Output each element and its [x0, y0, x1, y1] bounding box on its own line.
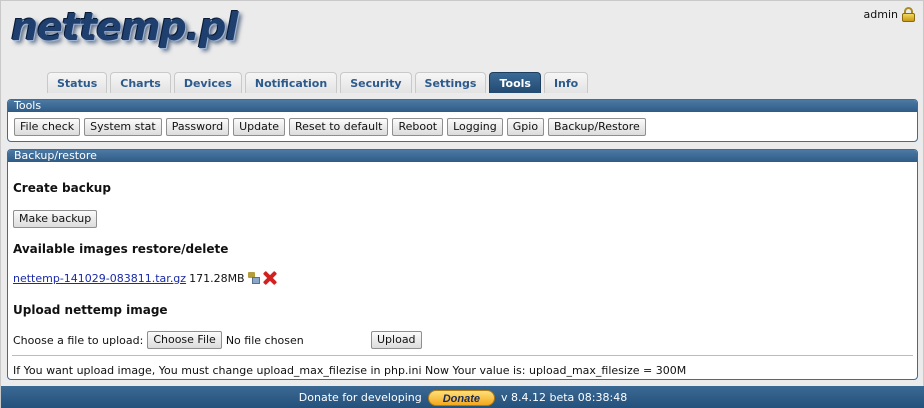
username[interactable]: admin: [864, 8, 898, 21]
lock-icon[interactable]: [902, 7, 915, 22]
system-stat-button[interactable]: System stat: [84, 118, 162, 136]
main-tabs: Status Charts Devices Notification Secur…: [47, 72, 589, 93]
reset-to-default-button[interactable]: Reset to default: [288, 118, 389, 136]
tab-security[interactable]: Security: [340, 72, 412, 93]
upload-image-heading: Upload nettemp image: [13, 303, 168, 317]
donate-button[interactable]: Donate: [427, 389, 495, 406]
create-backup-heading: Create backup: [13, 181, 111, 195]
delete-icon[interactable]: [263, 271, 277, 285]
tab-devices[interactable]: Devices: [173, 72, 242, 93]
donate-text: Donate for developing: [298, 391, 422, 404]
upload-note: If You want upload image, You must chang…: [13, 364, 687, 377]
tab-status[interactable]: Status: [47, 72, 108, 93]
available-images-heading: Available images restore/delete: [13, 242, 229, 256]
no-file-chosen-text: No file chosen: [225, 333, 304, 347]
upload-row: Choose a file to upload: Choose File No …: [13, 331, 304, 349]
image-file-size: 171.28MB: [189, 271, 245, 285]
tab-tools[interactable]: Tools: [489, 72, 541, 93]
password-button[interactable]: Password: [165, 118, 230, 136]
tab-settings[interactable]: Settings: [414, 72, 487, 93]
make-backup-button[interactable]: Make backup: [13, 210, 98, 228]
user-box: admin: [864, 7, 915, 22]
gpio-button[interactable]: Gpio: [506, 118, 545, 136]
tab-charts[interactable]: Charts: [110, 72, 171, 93]
reboot-button[interactable]: Reboot: [392, 118, 444, 136]
upload-button[interactable]: Upload: [371, 331, 422, 349]
file-check-button[interactable]: File check: [14, 118, 81, 136]
backup-panel: Backup/restore Create backup Make backup…: [7, 149, 918, 380]
tools-panel-title: Tools: [8, 100, 917, 112]
divider: [12, 355, 913, 356]
app-window: nettemp.pl admin Status Charts Devices N…: [0, 0, 924, 408]
restore-icon[interactable]: [247, 272, 260, 284]
logging-button[interactable]: Logging: [447, 118, 503, 136]
update-button[interactable]: Update: [233, 118, 285, 136]
tab-notification[interactable]: Notification: [244, 72, 338, 93]
image-file-link[interactable]: nettemp-141029-083811.tar.gz: [13, 272, 186, 285]
choose-file-button[interactable]: Choose File: [147, 331, 222, 349]
logo[interactable]: nettemp.pl: [11, 5, 238, 49]
backup-panel-title: Backup/restore: [8, 150, 917, 162]
version-text: v 8.4.12 beta 08:38:48: [501, 391, 628, 404]
tab-info[interactable]: Info: [543, 72, 589, 93]
backup-restore-button[interactable]: Backup/Restore: [548, 118, 646, 136]
image-row: nettemp-141029-083811.tar.gz 171.28MB: [13, 271, 277, 285]
footer: Donate for developing Donate v 8.4.12 be…: [1, 386, 924, 408]
choose-file-label: Choose a file to upload:: [13, 333, 144, 347]
tools-button-row: File check System stat Password Update R…: [8, 112, 917, 136]
tools-panel: Tools File check System stat Password Up…: [7, 99, 918, 142]
